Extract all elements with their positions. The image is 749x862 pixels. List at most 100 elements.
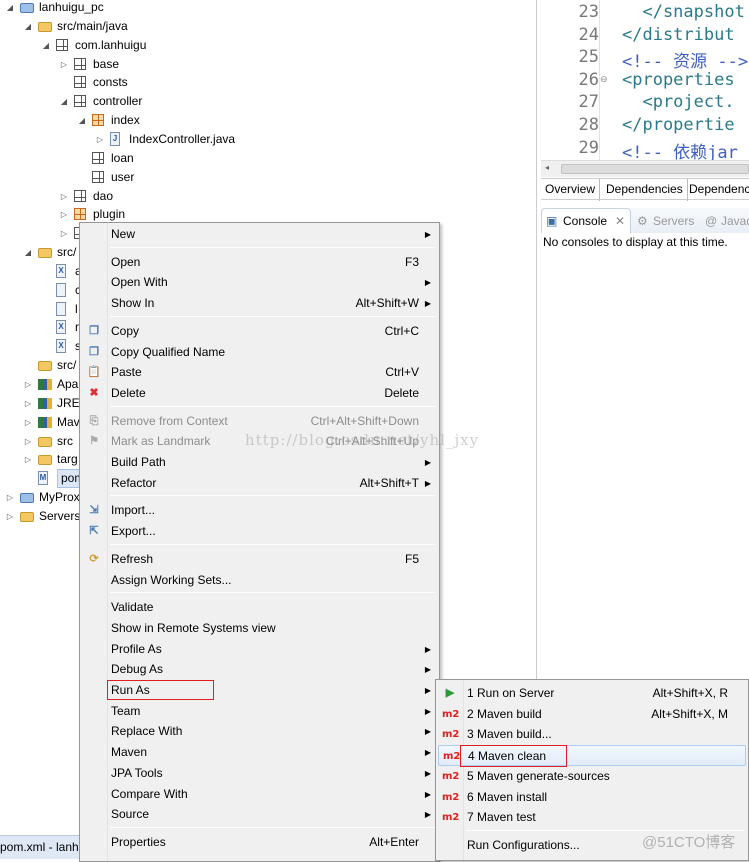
tab-dependency-hierarchy[interactable]: Dependenc	[685, 179, 749, 201]
tree-item-label: dao	[93, 188, 114, 203]
collapsed-arrow-icon[interactable]: ▷	[23, 413, 33, 432]
menu-item-label: Run Configurations...	[467, 837, 580, 852]
package-icon	[56, 38, 68, 51]
collapsed-arrow-icon[interactable]: ▷	[23, 394, 33, 413]
tree-item[interactable]: consts	[0, 73, 536, 92]
tree-item[interactable]: ◢ com.lanhuigu	[0, 36, 536, 55]
code-line[interactable]: <!-- 资源 -->	[622, 47, 748, 72]
menu-item-3-maven-build[interactable]: m2 3 Maven build...	[438, 724, 746, 745]
menu-item-open-with[interactable]: Open With ▶	[82, 272, 437, 293]
tree-item[interactable]: ▷ base	[0, 55, 536, 74]
code-line[interactable]: <properties	[622, 70, 735, 90]
collapsed-arrow-icon[interactable]: ▷	[23, 432, 33, 451]
tab-console[interactable]: Console	[563, 214, 607, 228]
expanded-arrow-icon[interactable]: ◢	[41, 36, 51, 55]
menu-item-delete[interactable]: ✖ Delete Delete	[82, 383, 437, 404]
menu-item-1-run-on-server[interactable]: ▶ 1 Run on Server Alt+Shift+X, R	[438, 683, 746, 704]
tree-item[interactable]: ▷ dao	[0, 187, 536, 206]
tab-overview[interactable]: Overview	[541, 179, 601, 201]
highlight-box	[460, 745, 567, 768]
pom-editor[interactable]: 23 </snapshot 24 </distribut 25 <!-- 资源 --> 2…	[541, 0, 749, 178]
collapsed-arrow-icon[interactable]: ▷	[59, 205, 69, 224]
menu-item-open[interactable]: Open F3	[82, 252, 437, 273]
menu-item-5-maven-generate-sources[interactable]: m2 5 Maven generate-sources	[438, 766, 746, 787]
code-line[interactable]: </snapshot	[622, 2, 744, 22]
expanded-arrow-icon[interactable]: ◢	[59, 92, 69, 111]
menu-item-paste[interactable]: 📋 Paste Ctrl+V	[82, 362, 437, 383]
tree-item[interactable]: ◢ index	[0, 111, 536, 130]
menu-item-show-in[interactable]: Show In Alt+Shift+W ▶	[82, 293, 437, 314]
expanded-arrow-icon[interactable]: ◢	[77, 111, 87, 130]
menu-item-refactor[interactable]: Refactor Alt+Shift+T ▶	[82, 473, 437, 494]
menu-item-properties[interactable]: Properties Alt+Enter	[82, 832, 437, 853]
menu-item-jpa-tools[interactable]: JPA Tools ▶	[82, 763, 437, 784]
code-line[interactable]: </propertie	[622, 115, 735, 135]
watermark-51cto: @51CTO博客	[642, 834, 736, 851]
tree-item[interactable]: user	[0, 168, 536, 187]
menu-item-export[interactable]: ⇱ Export...	[82, 521, 437, 542]
collapsed-arrow-icon[interactable]: ▷	[5, 488, 15, 507]
menu-item-copy[interactable]: ❐ Copy Ctrl+C	[82, 321, 437, 342]
tree-item-label: Mav	[57, 414, 80, 429]
collapsed-arrow-icon[interactable]: ▷	[59, 224, 69, 243]
menu-item-maven[interactable]: Maven ▶	[82, 742, 437, 763]
expanded-arrow-icon[interactable]: ◢	[5, 0, 15, 17]
line-number: 27	[578, 92, 599, 113]
tree-item-label: controller	[93, 94, 143, 109]
menu-item-compare-with[interactable]: Compare With ▶	[82, 784, 437, 805]
menu-item-build-path[interactable]: Build Path ▶	[82, 452, 437, 473]
menu-item-replace-with[interactable]: Replace With ▶	[82, 721, 437, 742]
collapsed-arrow-icon[interactable]: ▷	[23, 450, 33, 469]
package-icon	[74, 189, 86, 202]
menu-item-label: Show In	[111, 296, 155, 311]
scroll-left-icon[interactable]: ◂	[545, 163, 549, 172]
tree-item-label: IndexController.java	[129, 131, 236, 146]
menu-item-shortcut: Alt+Shift+T	[359, 475, 419, 490]
menu-item-import[interactable]: ⇲ Import...	[82, 500, 437, 521]
code-line[interactable]: <!-- 依赖jar	[622, 138, 738, 163]
menu-item-refresh[interactable]: ⟳ Refresh F5	[82, 549, 437, 570]
code-line[interactable]: </distribut	[622, 25, 735, 45]
code-line[interactable]: <project.	[622, 92, 734, 112]
menu-item-assign-working-sets[interactable]: Assign Working Sets...	[82, 570, 437, 591]
javadoc-icon: @	[705, 214, 718, 228]
tab-javadoc[interactable]: Javad	[721, 214, 749, 228]
tree-item[interactable]: loan	[0, 149, 536, 168]
menu-item-7-maven-test[interactable]: m2 7 Maven test	[438, 807, 746, 828]
collapsed-arrow-icon[interactable]: ▷	[59, 55, 69, 74]
menu-item-label: Export...	[111, 524, 156, 539]
menu-item-label: Assign Working Sets...	[111, 572, 232, 587]
tab-dependencies[interactable]: Dependencies	[602, 179, 688, 201]
editor-horizontal-scrollbar[interactable]: ◂	[541, 160, 749, 177]
menu-item-6-maven-install[interactable]: m2 6 Maven install	[438, 787, 746, 808]
tab-servers[interactable]: Servers	[653, 214, 694, 228]
tree-item-label: MyProx	[39, 490, 80, 505]
scroll-thumb[interactable]	[561, 164, 749, 174]
menu-item-validate[interactable]: Validate	[82, 597, 437, 618]
export-icon: ⇱	[89, 525, 99, 538]
expanded-arrow-icon[interactable]: ◢	[23, 243, 33, 262]
editor-page-tabs: Overview Dependencies Dependenc	[541, 178, 749, 201]
collapsed-arrow-icon[interactable]: ▷	[23, 375, 33, 394]
expanded-arrow-icon[interactable]: ◢	[23, 17, 33, 36]
tree-item[interactable]: ▷ J IndexController.java	[0, 130, 536, 149]
menu-item-2-maven-build[interactable]: m2 2 Maven build Alt+Shift+X, M	[438, 704, 746, 725]
collapsed-arrow-icon[interactable]: ▷	[95, 130, 105, 149]
menu-item-team[interactable]: Team ▶	[82, 701, 437, 722]
menu-item-source[interactable]: Source ▶	[82, 804, 437, 825]
menu-item-profile-as[interactable]: Profile As ▶	[82, 639, 437, 660]
fold-icon[interactable]: ⊖	[600, 74, 608, 85]
collapsed-arrow-icon[interactable]: ▷	[59, 187, 69, 206]
tree-item[interactable]: ◢ controller	[0, 92, 536, 111]
menu-item-show-in-remote-systems-view[interactable]: Show in Remote Systems view	[82, 618, 437, 639]
tree-item[interactable]: ◢ src/main/java	[0, 17, 536, 36]
landmark-icon: ⚑	[89, 435, 99, 448]
menu-item-new[interactable]: New ▶	[82, 224, 437, 245]
close-icon[interactable]: ✕	[615, 214, 625, 228]
collapsed-arrow-icon[interactable]: ▷	[5, 507, 15, 526]
menu-item-copy-qualified-name[interactable]: ❐ Copy Qualified Name	[82, 342, 437, 363]
tree-item[interactable]: ◢ lanhuigu_pc	[0, 0, 536, 17]
menu-item-debug-as[interactable]: Debug As ▶	[82, 659, 437, 680]
tree-item-label: lanhuigu_pc	[39, 0, 104, 14]
submenu-arrow-icon: ▶	[424, 768, 431, 778]
